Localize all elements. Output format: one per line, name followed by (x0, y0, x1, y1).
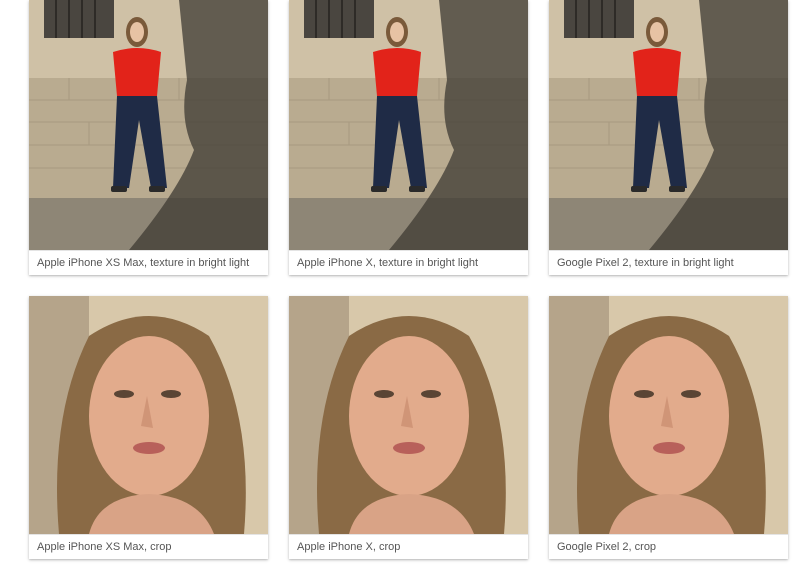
photo-pixel-2-full[interactable] (549, 0, 788, 250)
photo-caption: Apple iPhone XS Max, crop (29, 534, 268, 559)
photo-comparison-gallery: Apple iPhone XS Max, texture in bright l… (0, 0, 800, 575)
photo-caption: Apple iPhone X, crop (289, 534, 528, 559)
photo-card[interactable]: Apple iPhone X, texture in bright light (289, 0, 528, 275)
photo-iphone-xs-max-full[interactable] (29, 0, 268, 250)
photo-caption: Apple iPhone XS Max, texture in bright l… (29, 250, 268, 275)
photo-image (289, 0, 528, 250)
photo-iphone-x-crop[interactable] (289, 296, 528, 534)
photo-card[interactable]: Apple iPhone XS Max, texture in bright l… (29, 0, 268, 275)
photo-iphone-xs-max-crop[interactable] (29, 296, 268, 534)
photo-image (29, 0, 268, 250)
photo-caption: Google Pixel 2, crop (549, 534, 788, 559)
photo-card[interactable]: Google Pixel 2, texture in bright light (549, 0, 788, 275)
photo-card[interactable]: Apple iPhone XS Max, crop (29, 296, 268, 559)
photo-image (289, 296, 528, 534)
photo-card[interactable]: Google Pixel 2, crop (549, 296, 788, 559)
photo-image (549, 0, 788, 250)
photo-pixel-2-crop[interactable] (549, 296, 788, 534)
photo-image (549, 296, 788, 534)
photo-card[interactable]: Apple iPhone X, crop (289, 296, 528, 559)
photo-image (29, 296, 268, 534)
photo-iphone-x-full[interactable] (289, 0, 528, 250)
photo-caption: Google Pixel 2, texture in bright light (549, 250, 788, 275)
photo-caption: Apple iPhone X, texture in bright light (289, 250, 528, 275)
